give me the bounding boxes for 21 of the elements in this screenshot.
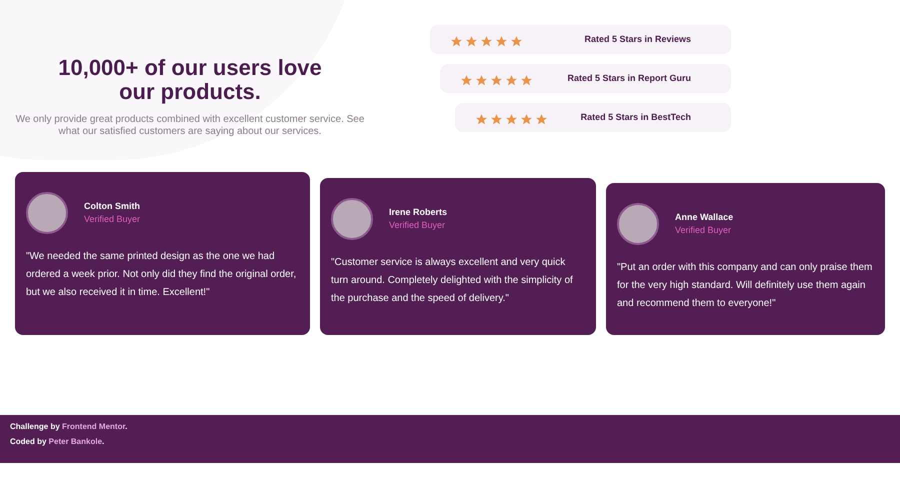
customer-name: Colton Smith: [84, 200, 140, 212]
footer-credit: Challenge by Frontend Mentor.: [10, 422, 128, 432]
customer-name: Anne Wallace: [675, 210, 734, 224]
credit-link[interactable]: Peter Bankole: [48, 437, 102, 446]
credit-link[interactable]: Frontend Mentor: [62, 422, 126, 431]
customer-role: Verified Buyer: [389, 219, 446, 232]
avatar-placeholder: [331, 198, 373, 240]
testimonial-quote: "We needed the same printed design as the one we had ordered a week prior. Not only did they find the original order, but we also received it in time. Excellent!": [26, 250, 298, 300]
footer-credit: Coded by Peter Bankole.: [10, 437, 106, 447]
customer-role: Verified Buyer: [675, 224, 732, 237]
rating-label: Rated 5 Stars in Report Guru: [567, 72, 691, 85]
testimonial-quote: "Customer service is always excellent and very quick turn around. Completely delighted with the simplicity of the purchase and the speed of delivery.": [331, 256, 574, 306]
avatar-placeholder: [26, 192, 68, 234]
customer-role: Verified Buyer: [84, 213, 140, 226]
customer-name: Irene Roberts: [389, 206, 448, 218]
testimonial-quote: "Put an order with this company and can only praise them for the very high standard. Will definitely use them again and recommend them to everyone!": [617, 261, 874, 311]
rating-label: Rated 5 Stars in Reviews: [584, 32, 691, 46]
hero-description: We only provide great products combined with excellent customer service. See what our satisfied customers are saying about our services.: [15, 114, 365, 138]
hero-heading: 10,000+ of our users love our products.: [57, 56, 323, 104]
avatar-placeholder: [617, 203, 659, 245]
rating-label: Rated 5 Stars in BestTech: [580, 110, 691, 124]
